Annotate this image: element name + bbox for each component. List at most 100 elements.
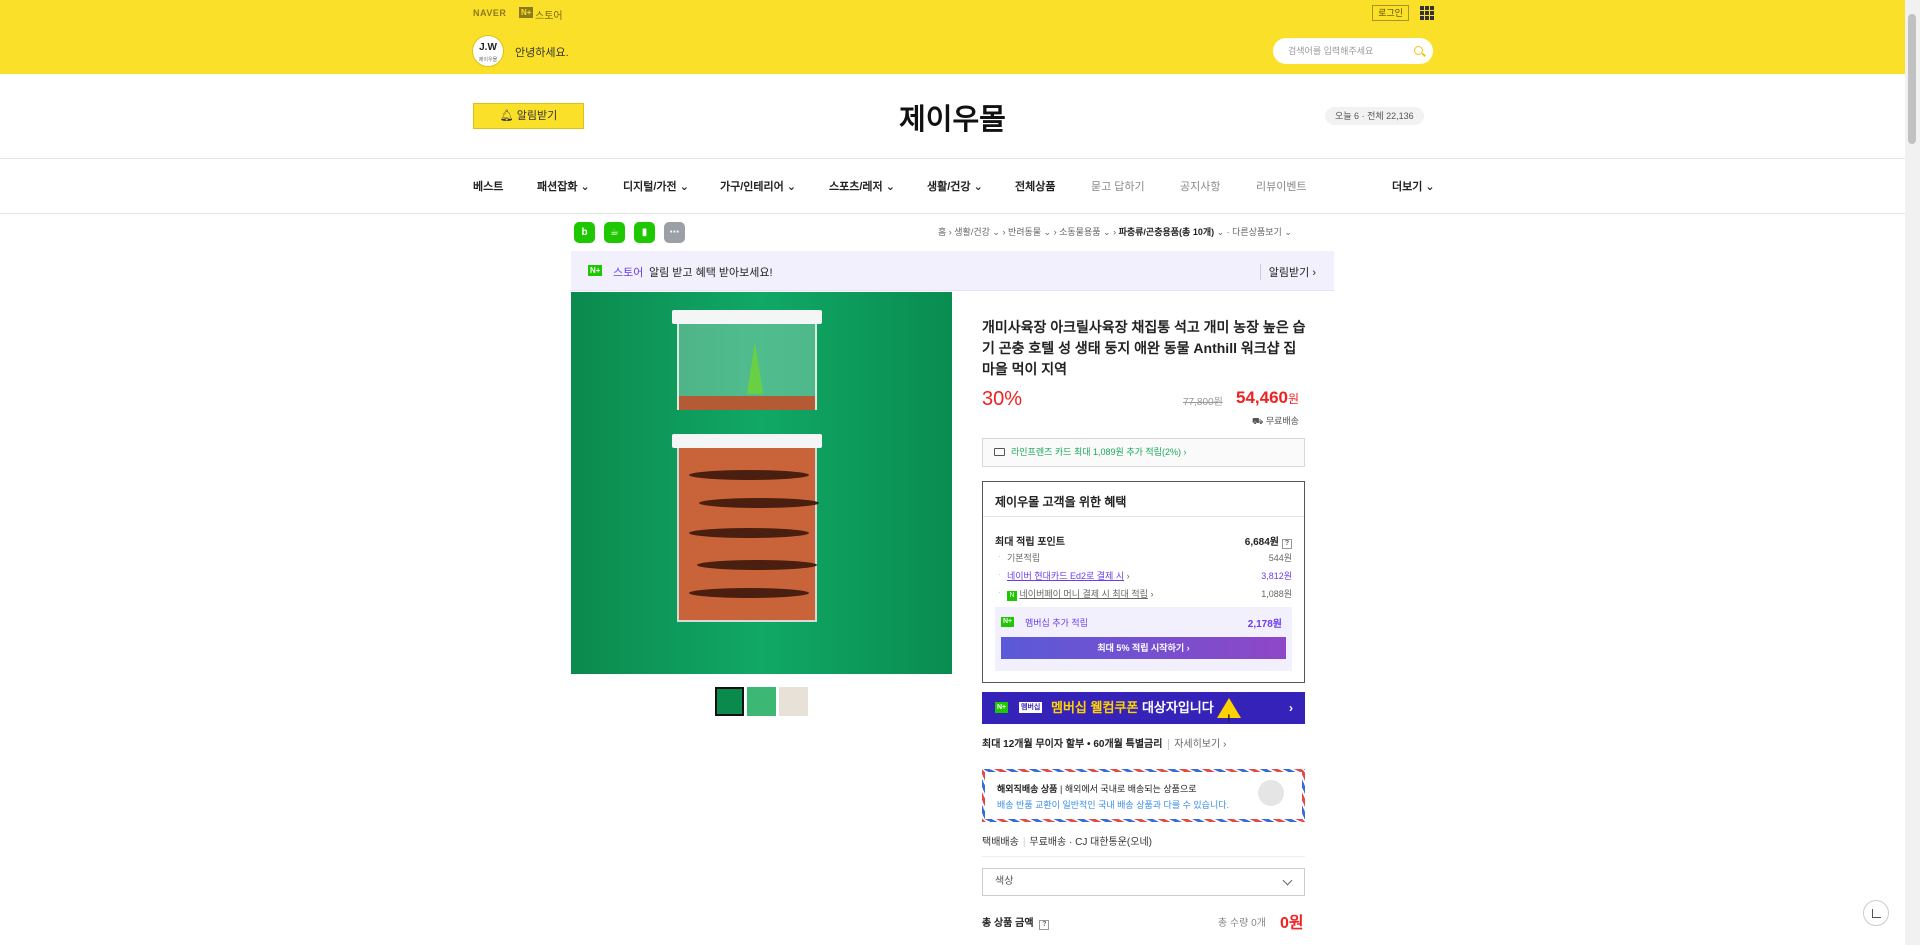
nav-item-qna[interactable]: 묻고 답하기 bbox=[1091, 178, 1145, 194]
breadcrumb-item[interactable]: 소동물용품 bbox=[1059, 227, 1100, 237]
avatar-subtext: 제이우몰 bbox=[478, 57, 498, 63]
share-icon[interactable] bbox=[1863, 900, 1889, 926]
breadcrumb-home[interactable]: 홈 bbox=[938, 227, 946, 237]
membership-box: N+ 멤버십 추가 적립 2,178원 최대 5% 적립 시작하기 › bbox=[995, 607, 1292, 671]
delivery-fee: 무료배송 bbox=[1029, 837, 1067, 848]
breadcrumb-other[interactable]: 다른상품보기 bbox=[1232, 227, 1282, 237]
nav-more[interactable]: 더보기 ⌄ bbox=[1392, 178, 1435, 194]
welcome-coupon-banner[interactable]: N+ 멤버십 멤버십 웰컴쿠폰 대상자입니다 › bbox=[982, 692, 1305, 735]
nav-item-furniture-label: 가구/인테리어 bbox=[720, 181, 784, 193]
naver-gnb: NAVER N+ 스토어 로그인 bbox=[0, 0, 1905, 26]
thumbnail-image[interactable] bbox=[779, 687, 808, 716]
sale-price-unit: 원 bbox=[1288, 392, 1300, 406]
membership-value: 2,178원 bbox=[1247, 619, 1282, 630]
overseas-line: 해외직배송 상품 | 해외에서 국내로 배송되는 상품으로 bbox=[997, 784, 1197, 794]
installment-info: 최대 12개월 무이자 할부 • 60개월 특별금리 자세히보기 › bbox=[982, 735, 1227, 750]
basic-point-row: 기본적립 544원 bbox=[995, 551, 1292, 564]
scrollbar-thumb[interactable] bbox=[1908, 14, 1916, 144]
nav-item-review-event[interactable]: 리뷰이벤트 bbox=[1256, 178, 1307, 194]
naver-plus-badge: N+ bbox=[995, 702, 1009, 713]
max-point-value-wrap: 6,684원? bbox=[1245, 533, 1292, 549]
card-benefit-text: 라인프렌즈 카드 최대 1,089원 추가 적립(2%) › bbox=[1011, 447, 1187, 457]
nav-item-sports-label: 스포츠/레저 bbox=[829, 181, 883, 193]
promo-message: 알림 받고 혜택 받아보세요! bbox=[649, 267, 773, 279]
truck-icon: ⛟ bbox=[1252, 416, 1266, 426]
naver-plus-badge: N+ bbox=[519, 7, 534, 18]
breadcrumb-current[interactable]: 파충류/곤충용품(총 10개) bbox=[1119, 227, 1215, 237]
total-label: 총 상품 금액 bbox=[982, 918, 1034, 929]
nav-item-fashion[interactable]: 패션잡화 ⌄ bbox=[537, 178, 590, 194]
naver-store-link[interactable]: 스토어 bbox=[535, 7, 563, 22]
breadcrumb: 홈 › 생활/건강 ⌄ › 반려동물 ⌄ › 소동물용품 ⌄ › 파충류/곤충용… bbox=[938, 227, 1292, 237]
nav-item-best[interactable]: 베스트 bbox=[473, 178, 503, 194]
bookmark-icon[interactable]: ▮ bbox=[634, 222, 655, 243]
naver-plus-badge: N+ bbox=[1001, 617, 1015, 627]
warning-icon bbox=[1217, 698, 1241, 735]
more-icon[interactable]: ⋯ bbox=[664, 222, 685, 243]
nav-item-living[interactable]: 생활/건강 ⌄ bbox=[927, 178, 983, 194]
overseas-desc: 해외에서 국내로 배송되는 상품으로 bbox=[1064, 784, 1197, 794]
chevron-right-icon: › bbox=[1289, 701, 1293, 715]
overseas-note: 배송 반품 교환이 일반적인 국내 배송 상품과 다를 수 있습니다. bbox=[997, 800, 1230, 810]
nav-item-living-label: 생활/건강 bbox=[927, 181, 971, 193]
naver-plus-badge: N+ bbox=[588, 265, 603, 276]
hyundai-card-row: 네이버 현대카드 Ed2로 결제 시 › 3,812원 bbox=[995, 569, 1292, 582]
npay-value: 1,088원 bbox=[1261, 589, 1292, 599]
nav-item-fashion-label: 패션잡화 bbox=[537, 181, 578, 193]
nav-item-all[interactable]: 전체상품 bbox=[1015, 178, 1055, 194]
card-benefit-banner[interactable]: 라인프렌즈 카드 최대 1,089원 추가 적립(2%) › bbox=[982, 438, 1305, 467]
delivery-method: 택배배송 bbox=[982, 837, 1019, 848]
store-title[interactable]: 제이우몰 bbox=[0, 96, 1905, 138]
installment-more-link[interactable]: 자세히보기 › bbox=[1168, 739, 1227, 750]
delivery-carrier: CJ 대한통운(오네) bbox=[1075, 837, 1152, 848]
nav-item-digital-label: 디지털/가전 bbox=[623, 181, 677, 193]
naver-logo[interactable]: NAVER bbox=[473, 8, 506, 18]
cafe-icon[interactable]: ☕︎ bbox=[604, 222, 625, 243]
benefit-heading: 제이우몰 고객을 위한 혜택 bbox=[995, 495, 1127, 509]
apps-grid-icon[interactable] bbox=[1420, 6, 1434, 20]
promo-alarm-link[interactable]: 알림받기 › bbox=[1259, 264, 1316, 280]
membership-start-button[interactable]: 최대 5% 적립 시작하기 › bbox=[1001, 637, 1286, 659]
discount-rate: 30% bbox=[982, 388, 1023, 410]
promo-store-label: 스토어 bbox=[613, 267, 644, 279]
product-main-image[interactable] bbox=[571, 292, 952, 674]
breadcrumb-item[interactable]: 생활/건강 bbox=[954, 227, 990, 237]
store-avatar[interactable]: J.W 제이우몰 bbox=[472, 35, 504, 67]
greeting-text: 안녕하세요. bbox=[515, 47, 569, 59]
max-point-row: 최대 적립 포인트 6,684원? bbox=[995, 533, 1292, 549]
npay-icon: N bbox=[1007, 591, 1017, 601]
nav-item-digital[interactable]: 디지털/가전 ⌄ bbox=[623, 178, 689, 194]
store-bar bbox=[0, 26, 1905, 74]
original-price: 77,800원 bbox=[1183, 397, 1223, 408]
airplane-icon bbox=[1258, 780, 1284, 806]
login-button[interactable]: 로그인 bbox=[1372, 5, 1409, 21]
hyundai-card-link[interactable]: 네이버 현대카드 Ed2로 결제 시 bbox=[1007, 571, 1124, 581]
coupon-prefix: 멤버십 웰컴쿠폰 bbox=[1051, 700, 1139, 715]
overseas-label: 해외직배송 상품 bbox=[997, 784, 1058, 794]
total-count: 총 수량 0개 bbox=[1218, 918, 1266, 929]
nav-item-notice[interactable]: 공지사항 bbox=[1180, 178, 1220, 194]
nav-item-furniture[interactable]: 가구/인테리어 ⌄ bbox=[720, 178, 796, 194]
blog-icon[interactable]: b bbox=[574, 222, 595, 243]
help-icon[interactable]: ? bbox=[1039, 920, 1050, 930]
nav-item-sports[interactable]: 스포츠/레저 ⌄ bbox=[829, 178, 895, 194]
npay-link[interactable]: 네이버페이 머니 결제 시 최대 적립 bbox=[1020, 589, 1148, 599]
search-placeholder: 검색어를 입력해주세요 bbox=[1288, 46, 1374, 56]
basic-point-label: 기본적립 bbox=[1007, 553, 1041, 563]
overseas-notice: 해외직배송 상품 | 해외에서 국내로 배송되는 상품으로 배송 반품 교환이 … bbox=[982, 769, 1305, 822]
color-option-select[interactable]: 색상 bbox=[982, 868, 1305, 896]
membership-label: 멤버십 추가 적립 bbox=[1025, 618, 1088, 628]
search-icon[interactable] bbox=[1414, 46, 1423, 55]
help-icon[interactable]: ? bbox=[1282, 539, 1292, 549]
total-value: 0원 bbox=[1280, 915, 1304, 932]
thumbnail-image[interactable] bbox=[747, 687, 776, 716]
visitor-count: 오늘 6 · 전체 22,136 bbox=[1325, 107, 1424, 125]
thumbnail-image[interactable] bbox=[715, 687, 744, 716]
basic-point-value: 544원 bbox=[1268, 553, 1292, 563]
sale-price: 54,460원 bbox=[1236, 388, 1299, 408]
shipping-info: ⛟ 무료배송 bbox=[1252, 414, 1299, 428]
chevron-down-icon bbox=[1282, 875, 1293, 886]
installment-text: 최대 12개월 무이자 할부 • 60개월 특별금리 bbox=[982, 739, 1163, 750]
search-input[interactable]: 검색어를 입력해주세요 bbox=[1273, 38, 1433, 64]
breadcrumb-item[interactable]: 반려동물 bbox=[1008, 227, 1041, 237]
